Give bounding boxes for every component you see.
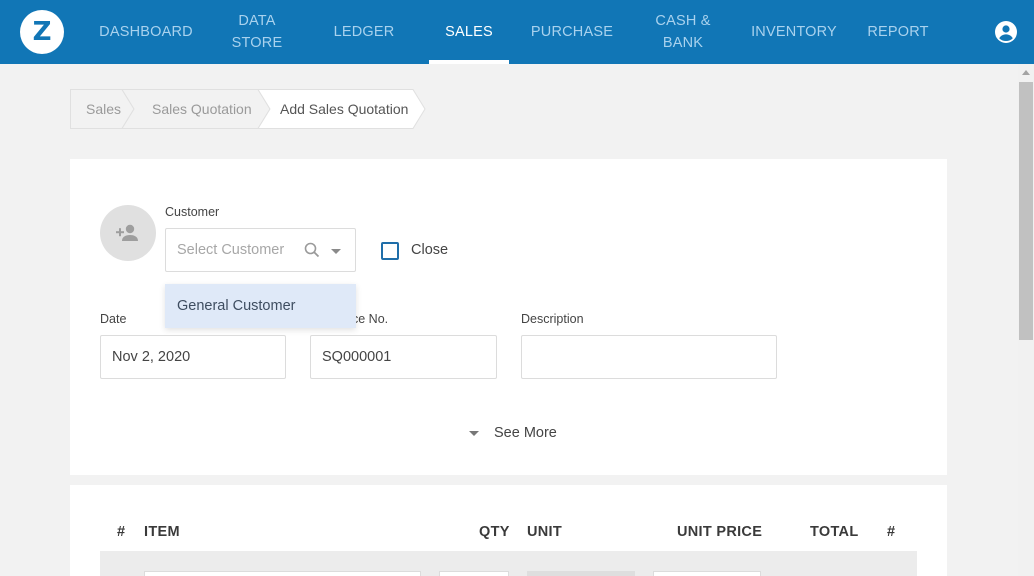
breadcrumb-sales-quotation[interactable]: Sales Quotation <box>152 89 252 129</box>
nav-ledger[interactable]: LEDGER <box>324 0 404 64</box>
date-field[interactable]: Nov 2, 2020 <box>100 335 286 379</box>
nav-report[interactable]: REPORT <box>863 0 933 64</box>
col-unit: UNIT <box>527 524 563 540</box>
customer-option-general[interactable]: General Customer <box>165 284 356 328</box>
breadcrumb: Sales Sales Quotation Add Sales Quotatio… <box>70 89 426 129</box>
col-item: ITEM <box>144 524 180 540</box>
account-circle-icon[interactable] <box>994 20 1018 44</box>
nav-dashboard[interactable]: DASHBOARD <box>96 0 196 64</box>
logo-letter: Z <box>32 17 52 47</box>
unit-select[interactable] <box>527 571 635 576</box>
breadcrumb-sales[interactable]: Sales <box>86 89 121 129</box>
search-icon[interactable] <box>304 242 320 258</box>
description-label: Description <box>521 312 584 326</box>
customer-select[interactable]: Select Customer <box>165 228 356 272</box>
nav-sales[interactable]: SALES <box>429 0 509 64</box>
unit-price-input[interactable] <box>653 571 761 576</box>
breadcrumb-add-sales-quotation: Add Sales Quotation <box>280 101 409 117</box>
date-label: Date <box>100 312 127 326</box>
page-scrollbar[interactable] <box>1018 64 1034 576</box>
close-checkbox-label[interactable]: Close <box>411 242 448 258</box>
chevron-down-icon[interactable] <box>331 249 341 254</box>
customer-placeholder: Select Customer <box>177 242 285 258</box>
col-unit-price: UNIT PRICE <box>677 524 763 540</box>
top-navbar: Z DASHBOARD DATA STORE LEDGER SALES PURCH… <box>0 0 1034 64</box>
qty-input[interactable] <box>439 571 509 576</box>
nav-cash-bank[interactable]: CASH & BANK <box>643 0 723 64</box>
see-more-toggle[interactable]: See More <box>469 424 557 442</box>
nav-data-store[interactable]: DATA STORE <box>217 0 297 64</box>
col-index: # <box>117 524 126 540</box>
add-person-icon <box>116 224 138 241</box>
nav-purchase[interactable]: PURCHASE <box>527 0 617 64</box>
scrollbar-thumb[interactable] <box>1019 82 1033 340</box>
brand-logo[interactable]: Z <box>20 10 64 54</box>
scroll-up-arrow-icon[interactable] <box>1022 70 1030 75</box>
caret-down-icon <box>469 431 479 436</box>
close-checkbox[interactable] <box>381 242 399 260</box>
quotation-no-label: ce No. <box>352 312 389 326</box>
active-tab-indicator <box>429 60 509 64</box>
item-input[interactable] <box>144 571 421 576</box>
col-total: TOTAL <box>810 524 859 540</box>
col-actions: # <box>887 524 896 540</box>
description-field[interactable] <box>521 335 777 379</box>
col-qty: QTY <box>479 524 510 540</box>
customer-label: Customer <box>165 205 220 219</box>
customer-avatar <box>100 205 156 261</box>
quotation-number-field[interactable]: SQ000001 <box>310 335 497 379</box>
nav-inventory[interactable]: INVENTORY <box>745 0 843 64</box>
